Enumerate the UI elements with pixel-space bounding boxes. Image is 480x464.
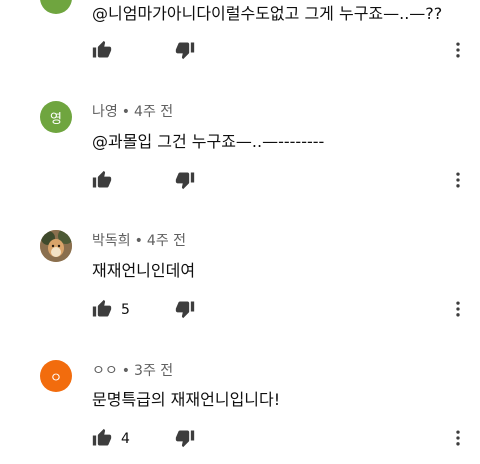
author-name[interactable]: 나영 (92, 104, 118, 120)
avatar-letter: 영 (50, 111, 62, 127)
like-count: 5 (121, 302, 130, 318)
comment-actions (92, 170, 480, 194)
comment-text: @니엄마가아니다이럴수도없고 그게 누구죠—..—?? (92, 4, 443, 23)
more-vert-icon[interactable] (448, 40, 468, 60)
comment-actions: 4 (92, 428, 480, 452)
thumb-down-icon[interactable] (175, 170, 195, 190)
avatar-photo-icon (40, 230, 72, 262)
author-name[interactable]: ㅇㅇ (92, 363, 118, 379)
thumb-up-icon[interactable] (92, 428, 112, 448)
more-vert-icon[interactable] (448, 170, 468, 190)
comment-text: @과몰입 그건 누구죠—..—-------- (92, 132, 325, 151)
avatar[interactable] (40, 0, 72, 14)
more-vert-icon[interactable] (448, 428, 468, 448)
avatar[interactable] (40, 230, 72, 262)
more-vert-icon[interactable] (448, 299, 468, 319)
thumb-up-icon[interactable] (92, 299, 112, 319)
meta-separator: • (134, 233, 143, 249)
thumb-up-icon[interactable] (92, 170, 112, 190)
comment-text: 재재언니인데여 (92, 261, 196, 280)
thumb-up-icon[interactable] (92, 40, 112, 60)
avatar[interactable]: 영 (40, 101, 72, 133)
meta-separator: • (121, 104, 131, 120)
comment-time[interactable]: 3주 전 (134, 363, 173, 379)
comment-time[interactable]: 4주 전 (147, 233, 186, 249)
thumb-down-icon[interactable] (175, 428, 195, 448)
comment-text: 문명특급의 재재언니입니다! (92, 390, 281, 409)
comment-actions: 5 (92, 299, 480, 323)
thumb-down-icon[interactable] (175, 299, 195, 319)
comment-actions (92, 40, 480, 64)
comment-meta: 나영 • 4주 전 (92, 101, 173, 121)
comment-meta: 박독희 • 4주 전 (92, 230, 186, 250)
avatar[interactable]: ㅇ (40, 360, 72, 392)
avatar-letter: ㅇ (50, 370, 62, 386)
like-count: 4 (121, 431, 130, 447)
author-name[interactable]: 박독희 (92, 233, 131, 249)
thumb-down-icon[interactable] (175, 40, 195, 60)
comment-meta: ㅇㅇ • 3주 전 (92, 360, 173, 380)
comment-time[interactable]: 4주 전 (134, 104, 173, 120)
meta-separator: • (121, 363, 131, 379)
